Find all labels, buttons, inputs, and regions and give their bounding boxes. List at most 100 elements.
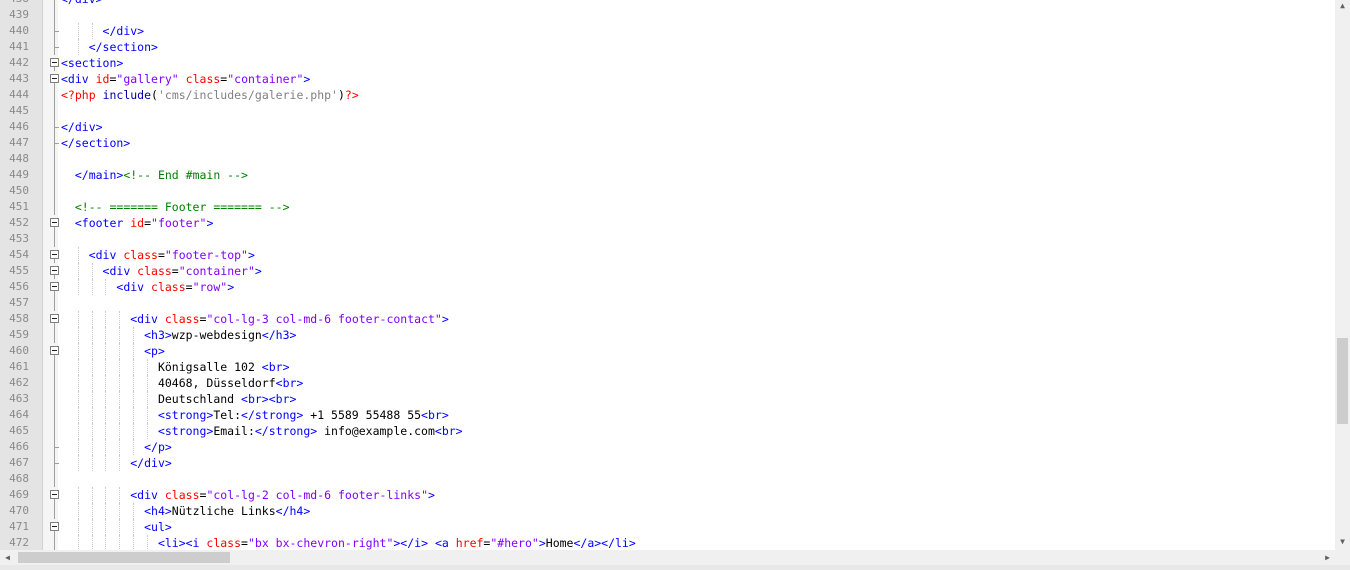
code-token: Deutschland (157, 392, 242, 406)
code-text: <footer id="footer"> (61, 215, 214, 231)
code-text: <ul> (61, 519, 172, 535)
fold-line-marker (50, 103, 59, 119)
code-token: id (95, 72, 110, 86)
fold-end-marker (50, 39, 59, 55)
code-line[interactable]: 450 (0, 183, 1335, 199)
fold-line-marker (50, 535, 59, 550)
code-line[interactable]: 452 <footer id="footer"> (0, 215, 1335, 231)
code-line[interactable]: 449 </main><!-- End #main --> (0, 167, 1335, 183)
code-line[interactable]: 440 </div> (0, 23, 1335, 39)
scroll-right-icon[interactable]: ▶ (1320, 550, 1335, 565)
code-line[interactable]: 463 Deutschland <br><br> (0, 391, 1335, 407)
code-line[interactable]: 464 <strong>Tel:</strong> +1 5589 55488 … (0, 407, 1335, 423)
vertical-scrollbar[interactable]: ▲ ▼ (1335, 0, 1350, 550)
code-line[interactable]: 451 <!-- ======= Footer ======= --> (0, 199, 1335, 215)
fold-end-marker (50, 23, 59, 39)
code-token: </a></li> (573, 536, 636, 550)
line-number: 464 (9, 408, 29, 421)
code-line[interactable]: 455 <div class="container"> (0, 263, 1335, 279)
code-line[interactable]: 441 </section> (0, 39, 1335, 55)
fold-toggle-icon[interactable] (50, 519, 59, 535)
code-text: <!-- ======= Footer ======= --> (61, 199, 290, 215)
scroll-left-icon[interactable]: ◀ (0, 550, 15, 565)
code-token: 40468, Düsseldorf (157, 376, 276, 390)
code-text: <h4>Nützliche Links</h4> (61, 503, 310, 519)
code-text: <div class="footer-top"> (61, 247, 255, 263)
code-line[interactable]: 462 40468, Düsseldorf<br> (0, 375, 1335, 391)
fold-toggle-icon[interactable] (50, 343, 59, 359)
code-line[interactable]: 458 <div class="col-lg-3 col-md-6 footer… (0, 311, 1335, 327)
code-line[interactable]: 466 </p> (0, 439, 1335, 455)
fold-line-marker (50, 199, 59, 215)
code-text: </div> (61, 455, 172, 471)
fold-toggle-icon[interactable] (50, 279, 59, 295)
scroll-up-icon[interactable]: ▲ (1335, 0, 1350, 12)
code-token: <p> (144, 344, 165, 358)
fold-toggle-icon[interactable] (50, 71, 59, 87)
code-line[interactable]: 443 <div id="gallery" class="container"> (0, 71, 1335, 87)
fold-toggle-icon[interactable] (50, 263, 59, 279)
fold-end-marker (50, 439, 59, 455)
code-line[interactable]: 447 </section> (0, 135, 1335, 151)
code-token: class (164, 488, 200, 502)
window-bottom-edge (0, 565, 1350, 570)
code-line[interactable]: 470 <h4>Nützliche Links</h4> (0, 503, 1335, 519)
code-token: = (157, 248, 165, 262)
fold-toggle-icon[interactable] (50, 55, 59, 71)
line-number: 446 (9, 120, 29, 133)
horizontal-scroll-thumb[interactable] (18, 552, 230, 563)
fold-line-marker (50, 407, 59, 423)
fold-toggle-icon[interactable] (50, 487, 59, 503)
code-text: <div class="row"> (61, 279, 234, 295)
code-token: id (130, 216, 145, 230)
code-token: > (441, 312, 449, 326)
code-token: > (303, 72, 311, 86)
fold-end-marker (50, 455, 59, 471)
line-number: 462 (9, 376, 29, 389)
line-number: 448 (9, 152, 29, 165)
code-line[interactable]: 442 <section> (0, 55, 1335, 71)
code-token: Nützliche Links (171, 504, 276, 518)
code-line[interactable]: 469 <div class="col-lg-2 col-md-6 footer… (0, 487, 1335, 503)
code-editor[interactable]: 438</div>439440 </div>441 </section>442<… (0, 0, 1335, 550)
code-line[interactable]: 456 <div class="row"> (0, 279, 1335, 295)
code-line[interactable]: 445 (0, 103, 1335, 119)
code-line[interactable]: 454 <div class="footer-top"> (0, 247, 1335, 263)
code-line[interactable]: 459 <h3>wzp-webdesign</h3> (0, 327, 1335, 343)
fold-line-marker (50, 167, 59, 183)
line-number: 469 (9, 488, 29, 501)
code-line[interactable]: 446 </div> (0, 119, 1335, 135)
line-number: 455 (9, 264, 29, 277)
line-number: 459 (9, 328, 29, 341)
code-token: include (102, 88, 152, 102)
scroll-down-icon[interactable]: ▼ (1335, 536, 1350, 548)
fold-toggle-icon[interactable] (50, 247, 59, 263)
code-line[interactable]: 465 <strong>Email:</strong> info@example… (0, 423, 1335, 439)
code-line[interactable]: 444 <?php include('cms/includes/galerie.p… (0, 87, 1335, 103)
code-line[interactable]: 453 (0, 231, 1335, 247)
code-text: Deutschland <br><br> (61, 391, 296, 407)
code-line[interactable]: 467 </div> (0, 455, 1335, 471)
fold-toggle-icon[interactable] (50, 311, 59, 327)
code-line[interactable]: 460 <p> (0, 343, 1335, 359)
code-token: > (227, 280, 235, 294)
fold-end-marker (50, 0, 59, 7)
fold-toggle-icon[interactable] (50, 215, 59, 231)
code-line[interactable]: 471 <ul> (0, 519, 1335, 535)
fold-line-marker (50, 183, 59, 199)
code-token: Tel: (213, 408, 242, 422)
code-line[interactable]: 461 Königsalle 102 <br> (0, 359, 1335, 375)
code-line[interactable]: 448 (0, 151, 1335, 167)
horizontal-scrollbar[interactable]: ◀ ▶ (0, 550, 1335, 565)
code-text: <div class="col-lg-2 col-md-6 footer-lin… (61, 487, 435, 503)
code-line[interactable]: 438 </div> (0, 0, 1335, 7)
code-line[interactable]: 457 (0, 295, 1335, 311)
code-line[interactable]: 439 (0, 7, 1335, 23)
fold-line-marker (50, 391, 59, 407)
line-number: 449 (9, 168, 29, 181)
code-line[interactable]: 468 (0, 471, 1335, 487)
vertical-scroll-thumb[interactable] (1337, 338, 1348, 424)
code-token: <h3> (144, 328, 172, 342)
code-line[interactable]: 472 <li><i class="bx bx-chevron-right"><… (0, 535, 1335, 550)
